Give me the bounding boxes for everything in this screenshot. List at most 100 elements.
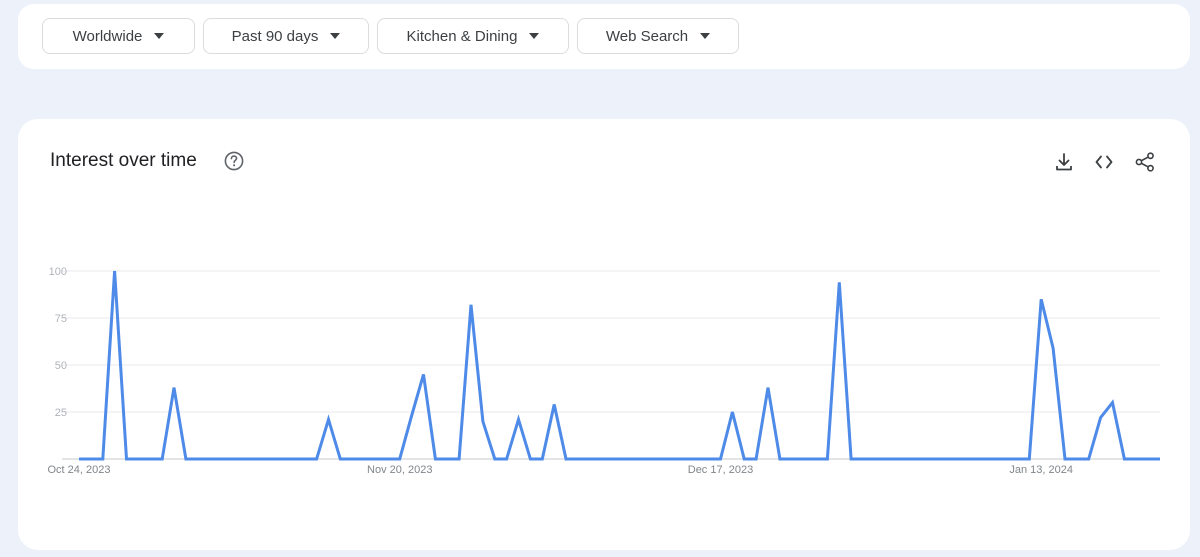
- search-type-filter-button[interactable]: Web Search: [577, 18, 739, 54]
- data-point[interactable]: [125, 457, 129, 461]
- data-point[interactable]: [493, 457, 497, 461]
- data-point[interactable]: [350, 457, 354, 461]
- region-filter-button[interactable]: Worldwide: [42, 18, 195, 54]
- data-point[interactable]: [89, 457, 93, 461]
- data-point[interactable]: [231, 457, 235, 461]
- data-point[interactable]: [481, 419, 485, 423]
- data-point[interactable]: [802, 457, 806, 461]
- data-point[interactable]: [445, 457, 449, 461]
- data-point[interactable]: [101, 457, 105, 461]
- data-point[interactable]: [457, 457, 461, 461]
- data-point[interactable]: [695, 457, 699, 461]
- data-point[interactable]: [564, 457, 568, 461]
- data-point[interactable]: [920, 457, 924, 461]
- data-point[interactable]: [184, 457, 188, 461]
- data-point[interactable]: [1016, 457, 1020, 461]
- data-point[interactable]: [1051, 346, 1055, 350]
- data-point[interactable]: [220, 457, 224, 461]
- data-point[interactable]: [196, 457, 200, 461]
- data-point[interactable]: [635, 457, 639, 461]
- data-point[interactable]: [588, 457, 592, 461]
- data-point[interactable]: [647, 457, 651, 461]
- data-point[interactable]: [315, 457, 319, 461]
- region-filter-label: Worldwide: [72, 27, 143, 45]
- data-point[interactable]: [612, 457, 616, 461]
- data-point[interactable]: [1146, 457, 1150, 461]
- data-point[interactable]: [327, 418, 331, 422]
- data-point[interactable]: [837, 280, 841, 284]
- data-point[interactable]: [1039, 297, 1043, 301]
- time-range-filter-button[interactable]: Past 90 days: [203, 18, 369, 54]
- data-point[interactable]: [861, 457, 865, 461]
- data-point[interactable]: [160, 457, 164, 461]
- data-point[interactable]: [683, 457, 687, 461]
- data-point[interactable]: [1158, 457, 1162, 461]
- data-point[interactable]: [291, 457, 295, 461]
- data-point[interactable]: [576, 457, 580, 461]
- data-point[interactable]: [505, 457, 509, 461]
- data-point[interactable]: [1004, 457, 1008, 461]
- data-point[interactable]: [671, 457, 675, 461]
- data-point[interactable]: [279, 457, 283, 461]
- data-point[interactable]: [707, 457, 711, 461]
- data-point[interactable]: [1122, 457, 1126, 461]
- data-point[interactable]: [719, 457, 723, 461]
- data-point[interactable]: [528, 457, 532, 461]
- data-point[interactable]: [873, 457, 877, 461]
- data-point[interactable]: [136, 457, 140, 461]
- data-point[interactable]: [623, 457, 627, 461]
- data-point[interactable]: [754, 457, 758, 461]
- data-point[interactable]: [897, 457, 901, 461]
- data-point[interactable]: [1111, 401, 1115, 405]
- data-point[interactable]: [885, 457, 889, 461]
- category-filter-button[interactable]: Kitchen & Dining: [377, 18, 569, 54]
- data-point[interactable]: [374, 457, 378, 461]
- data-point[interactable]: [172, 386, 176, 390]
- data-point[interactable]: [469, 303, 473, 307]
- data-point[interactable]: [1134, 457, 1138, 461]
- data-point[interactable]: [778, 457, 782, 461]
- data-point[interactable]: [267, 457, 271, 461]
- data-point[interactable]: [422, 372, 426, 376]
- data-point[interactable]: [77, 457, 81, 461]
- data-point[interactable]: [600, 457, 604, 461]
- data-point[interactable]: [338, 457, 342, 461]
- data-point[interactable]: [659, 457, 663, 461]
- data-point[interactable]: [992, 457, 996, 461]
- data-point[interactable]: [1027, 457, 1031, 461]
- data-point[interactable]: [410, 414, 414, 418]
- time-range-filter-label: Past 90 days: [231, 27, 319, 45]
- data-point[interactable]: [730, 410, 734, 414]
- data-point[interactable]: [1075, 457, 1079, 461]
- data-point[interactable]: [398, 457, 402, 461]
- data-point[interactable]: [766, 386, 770, 390]
- data-point[interactable]: [932, 457, 936, 461]
- data-point[interactable]: [148, 457, 152, 461]
- data-point[interactable]: [1099, 416, 1103, 420]
- data-point[interactable]: [255, 457, 259, 461]
- data-point[interactable]: [956, 457, 960, 461]
- data-point[interactable]: [552, 403, 556, 407]
- data-point[interactable]: [517, 418, 521, 422]
- data-point[interactable]: [909, 457, 913, 461]
- data-point[interactable]: [1063, 457, 1067, 461]
- x-tick-label: Oct 24, 2023: [48, 464, 111, 476]
- data-point[interactable]: [968, 457, 972, 461]
- data-point[interactable]: [825, 457, 829, 461]
- data-point[interactable]: [386, 457, 390, 461]
- data-point[interactable]: [944, 457, 948, 461]
- data-point[interactable]: [540, 457, 544, 461]
- data-point[interactable]: [362, 457, 366, 461]
- x-tick-label: Nov 20, 2023: [367, 464, 432, 476]
- data-point[interactable]: [849, 457, 853, 461]
- data-point[interactable]: [208, 457, 212, 461]
- data-point[interactable]: [742, 457, 746, 461]
- data-point[interactable]: [1087, 457, 1091, 461]
- data-point[interactable]: [113, 269, 117, 273]
- data-point[interactable]: [243, 457, 247, 461]
- data-point[interactable]: [433, 457, 437, 461]
- data-point[interactable]: [303, 457, 307, 461]
- data-point[interactable]: [790, 457, 794, 461]
- data-point[interactable]: [814, 457, 818, 461]
- data-point[interactable]: [980, 457, 984, 461]
